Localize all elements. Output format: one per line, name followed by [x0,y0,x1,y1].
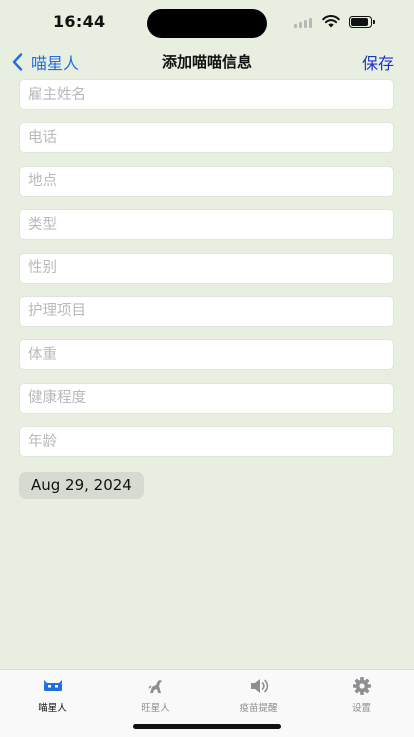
tab-vaccine-reminder[interactable]: 疫苗提醒 [207,676,310,714]
employer-name-field[interactable] [19,79,394,110]
back-button[interactable]: 喵星人 [12,50,79,74]
cellular-signal-icon [294,17,314,28]
age-field[interactable] [19,426,394,458]
battery-icon [349,16,375,28]
status-time: 16:44 [53,12,106,31]
status-bar: 16:44 [0,0,414,44]
gear-icon [352,677,371,695]
tab-settings[interactable]: 设置 [310,676,413,714]
health-level-field[interactable] [19,382,394,414]
tab-label: 喵星人 [38,703,67,714]
home-indicator [133,724,281,729]
dog-icon [147,680,162,693]
phone-field[interactable] [19,122,394,154]
cat-info-form [19,79,394,470]
back-button-label: 喵星人 [31,54,80,73]
chevron-left-icon [12,53,23,71]
wifi-icon [322,15,340,28]
tab-label: 设置 [351,703,371,714]
tab-label: 疫苗提醒 [239,703,278,714]
care-items-field[interactable] [19,295,394,327]
speaker-icon [250,679,268,693]
cat-face-icon [43,680,62,691]
tab-dogs[interactable]: 旺星人 [104,676,207,714]
navigation-bar: 喵星人 添加喵喵信息 保存 [0,44,414,78]
tab-label: 旺星人 [141,703,170,714]
gender-field[interactable] [19,252,394,284]
dynamic-island [147,9,267,38]
tab-cats[interactable]: 喵星人 [1,676,104,714]
location-field[interactable] [19,165,394,197]
type-field[interactable] [19,209,394,241]
date-picker-button[interactable]: Aug 29, 2024 [19,472,144,499]
save-button[interactable]: 保存 [362,50,394,74]
weight-field[interactable] [19,339,394,371]
